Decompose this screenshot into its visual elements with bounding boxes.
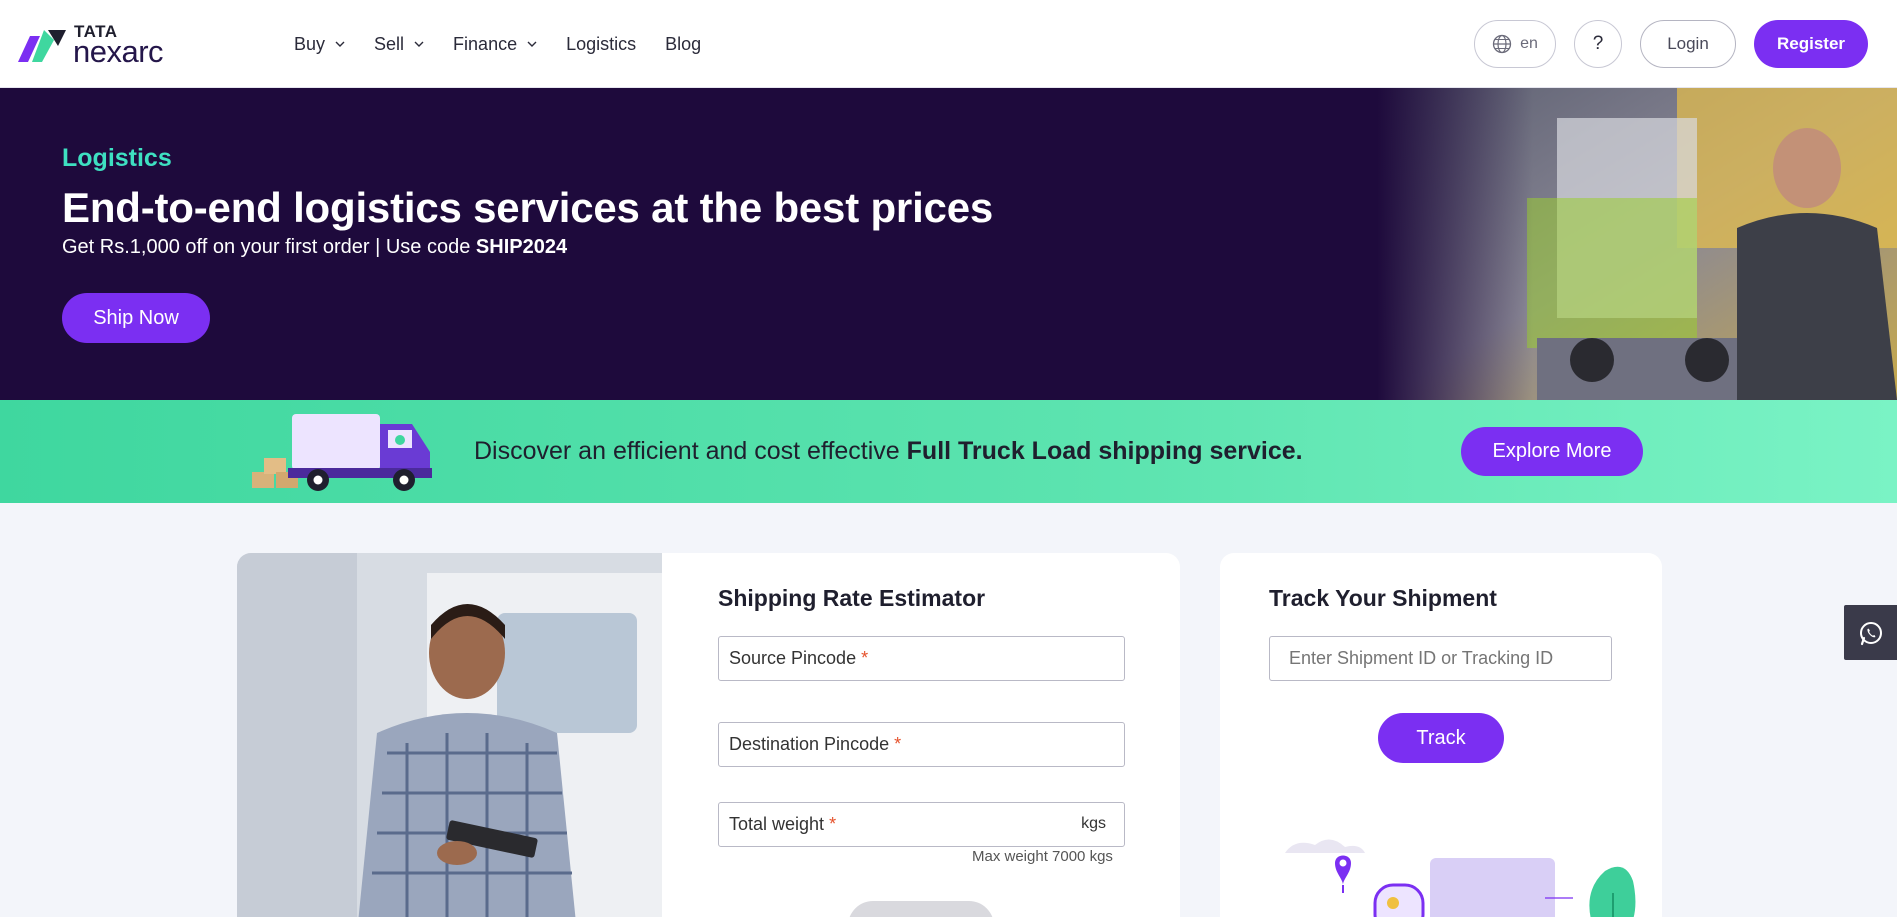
login-button[interactable]: Login (1640, 20, 1736, 68)
whatsapp-icon (1859, 621, 1882, 645)
language-code: en (1520, 35, 1538, 52)
field-label: Total weight (729, 814, 825, 834)
nav-item-label: Blog (665, 33, 702, 54)
estimator-title: Shipping Rate Estimator (718, 585, 986, 611)
language-selector[interactable]: en (1474, 20, 1556, 68)
required-marker: * (829, 814, 837, 834)
hero-title: End-to-end logistics services at the bes… (62, 184, 994, 231)
hero-banner: Logistics End-to-end logistics services … (0, 88, 1897, 400)
nav-item-finance[interactable]: Finance (453, 30, 537, 58)
nav-item-logistics[interactable]: Logistics (566, 30, 636, 58)
chevron-down-icon (335, 41, 345, 47)
explore-more-button[interactable]: Explore More (1461, 427, 1643, 476)
hero-subtitle: Get Rs.1,000 off on your first order | U… (62, 236, 567, 259)
tracking-illustration (1285, 839, 1636, 917)
estimator-photo (237, 553, 662, 917)
tracking-id-input[interactable] (1269, 636, 1612, 681)
delivery-truck-illustration (252, 414, 432, 491)
chevron-down-icon (414, 41, 424, 47)
estimate-button[interactable] (848, 901, 994, 917)
track-button[interactable]: Track (1378, 713, 1504, 763)
logo-mark-icon (18, 30, 66, 62)
globe-icon (1492, 34, 1512, 54)
nav-item-label: Finance (453, 33, 518, 54)
field-label: Source Pincode (729, 648, 857, 668)
whatsapp-button[interactable] (1844, 605, 1897, 660)
destination-pincode-field[interactable]: Destination Pincode * (718, 722, 1125, 767)
nav-item-label: Sell (374, 33, 405, 54)
register-button[interactable]: Register (1754, 20, 1868, 68)
track-title: Track Your Shipment (1269, 585, 1497, 611)
nav-item-sell[interactable]: Sell (374, 30, 424, 58)
logo-text-nexarc: nexarc (73, 34, 164, 69)
ship-now-button[interactable]: Ship Now (62, 293, 210, 343)
nav-item-label: Logistics (566, 33, 637, 54)
promo-text-regular: Discover an efficient and cost effective (474, 437, 907, 465)
weight-unit: kgs (1081, 815, 1106, 832)
help-button[interactable]: ? (1574, 20, 1622, 68)
track-shipment-card: Track Your Shipment Track (1220, 553, 1662, 917)
tata-nexarc-logo[interactable]: TATA nexarc (18, 22, 194, 69)
main-nav: Buy Sell Finance Logistics Blog (294, 30, 730, 58)
chevron-down-icon (527, 41, 537, 47)
hero-eyebrow: Logistics (62, 144, 172, 172)
header-actions: en ? Login Register (1474, 20, 1868, 68)
max-weight-hint: Max weight 7000 kgs (972, 848, 1113, 865)
total-weight-field[interactable]: Total weight * kgs (718, 802, 1125, 847)
source-pincode-field[interactable]: Source Pincode * (718, 636, 1125, 681)
promo-code: SHIP2024 (475, 236, 568, 258)
nav-item-label: Buy (294, 33, 326, 54)
hero-warehouse-photo (1377, 88, 1897, 400)
nav-item-blog[interactable]: Blog (665, 30, 701, 58)
shipping-rate-estimator-card: Shipping Rate Estimator Source Pincode * … (237, 553, 1180, 917)
required-marker: * (861, 648, 869, 668)
ftl-promo-strip: Discover an efficient and cost effective… (0, 400, 1897, 503)
promo-text-bold: Full Truck Load shipping service. (906, 437, 1303, 465)
field-label: Destination Pincode (729, 734, 890, 754)
top-header: TATA nexarc Buy Sell Finance Logistics B… (0, 0, 1897, 88)
promo-text: Discover an efficient and cost effective… (474, 437, 1303, 466)
nav-item-buy[interactable]: Buy (294, 30, 345, 58)
required-marker: * (894, 734, 902, 754)
hero-subtitle-text: Get Rs.1,000 off on your first order | U… (62, 236, 476, 258)
